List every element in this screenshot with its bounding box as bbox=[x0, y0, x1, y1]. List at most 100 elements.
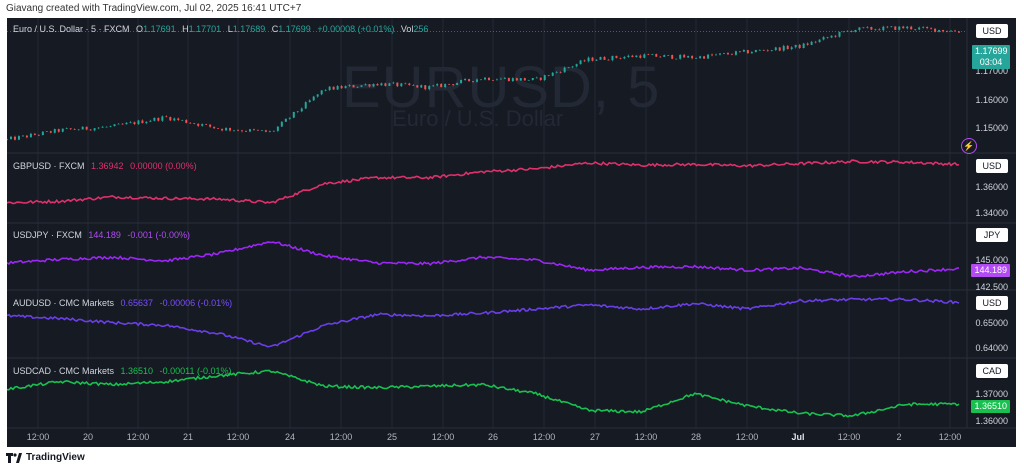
candle-body bbox=[244, 131, 247, 132]
candle-body bbox=[858, 27, 861, 30]
candle-body bbox=[49, 131, 52, 133]
candle-body bbox=[922, 26, 925, 28]
alert-icon[interactable]: ⚡ bbox=[961, 138, 977, 154]
candle-body bbox=[579, 60, 582, 65]
candle-body bbox=[874, 29, 877, 31]
candle-body bbox=[607, 59, 610, 61]
candle-body bbox=[77, 129, 80, 131]
candle-body bbox=[655, 54, 658, 57]
candle-body bbox=[41, 131, 44, 136]
audusd-legend[interactable]: AUDUSD · CMC Markets 0.65637 -0.00006 (-… bbox=[13, 298, 236, 308]
candle-body bbox=[13, 136, 16, 140]
candle-body bbox=[870, 27, 873, 30]
tradingview-logo[interactable]: TradingView bbox=[6, 452, 85, 463]
gbpusd-change: 0.00000 (0.00%) bbox=[130, 161, 197, 171]
usdcad-series-line bbox=[7, 369, 960, 418]
eurusd-legend[interactable]: Euro / U.S. Dollar · 5 · FXCM O1.17691 H… bbox=[13, 24, 432, 34]
candle-body bbox=[396, 82, 399, 87]
usdcad-currency-button[interactable]: CAD bbox=[976, 364, 1008, 378]
candle-body bbox=[623, 56, 626, 59]
candle-body bbox=[507, 77, 510, 82]
time-axis-label: 27 bbox=[589, 432, 601, 442]
candle-body bbox=[715, 54, 718, 56]
candle-body bbox=[539, 77, 542, 80]
time-axis-label: 12:00 bbox=[634, 432, 658, 442]
candle-body bbox=[890, 26, 893, 28]
candle-body bbox=[440, 83, 443, 88]
usdjpy-axis-label: 142.500 bbox=[975, 282, 1008, 292]
candle-body bbox=[241, 130, 244, 132]
candle-body bbox=[679, 54, 682, 59]
usdcad-axis-label: 1.36000 bbox=[975, 416, 1008, 426]
usdcad-legend[interactable]: USDCAD · CMC Markets 1.36510 -0.00011 (-… bbox=[13, 366, 235, 376]
usdjpy-series-line bbox=[7, 241, 960, 278]
candle-body bbox=[818, 39, 821, 43]
eurusd-currency-button[interactable]: USD bbox=[976, 24, 1008, 38]
candle-body bbox=[499, 78, 502, 80]
candle-body bbox=[456, 83, 459, 85]
candle-body bbox=[782, 45, 785, 51]
candle-body bbox=[332, 86, 335, 90]
usdjpy-currency-button[interactable]: JPY bbox=[976, 228, 1008, 242]
audusd-symbol[interactable]: AUDUSD · CMC Markets bbox=[13, 298, 114, 308]
chart-area[interactable]: EURUSD, 5 Euro / U.S. Dollar Euro / U.S.… bbox=[7, 18, 1016, 447]
candle-body bbox=[252, 129, 255, 130]
candle-body bbox=[627, 55, 630, 57]
candle-body bbox=[583, 60, 586, 62]
candle-body bbox=[758, 49, 761, 51]
candle-body bbox=[452, 84, 455, 85]
candle-body bbox=[547, 75, 550, 76]
candle-body bbox=[683, 54, 686, 58]
candle-body bbox=[360, 85, 363, 87]
candle-body bbox=[404, 83, 407, 85]
gbpusd-legend[interactable]: GBPUSD · FXCM 1.36942 0.00000 (0.00%) bbox=[13, 161, 201, 171]
candle-body bbox=[69, 128, 72, 130]
candle-body bbox=[810, 41, 813, 45]
candle-body bbox=[428, 85, 431, 90]
candle-body bbox=[786, 45, 789, 50]
eurusd-axis-label: 1.15000 bbox=[975, 123, 1008, 133]
usdcad-symbol[interactable]: USDCAD · CMC Markets bbox=[13, 366, 114, 376]
candle-body bbox=[117, 123, 120, 125]
candle-body bbox=[738, 51, 741, 53]
candle-body bbox=[910, 26, 913, 30]
candle-body bbox=[392, 82, 395, 84]
candle-body bbox=[926, 26, 929, 29]
eurusd-symbol[interactable]: Euro / U.S. Dollar · 5 · FXCM bbox=[13, 24, 130, 34]
usdjpy-legend[interactable]: USDJPY · FXCM 144.189 -0.001 (-0.00%) bbox=[13, 230, 194, 240]
candle-body bbox=[515, 78, 518, 81]
gbpusd-currency-button[interactable]: USD bbox=[976, 159, 1008, 173]
candle-body bbox=[444, 83, 447, 88]
candle-body bbox=[958, 31, 960, 33]
candle-body bbox=[53, 129, 56, 133]
candle-body bbox=[101, 126, 104, 128]
candle-body bbox=[806, 43, 809, 45]
audusd-axis-label: 0.65000 bbox=[975, 318, 1008, 328]
candle-body bbox=[866, 27, 869, 28]
usdjpy-symbol[interactable]: USDJPY · FXCM bbox=[13, 230, 82, 240]
candle-body bbox=[862, 27, 865, 29]
candle-body bbox=[364, 84, 367, 86]
eurusd-open: O1.17691 bbox=[136, 24, 176, 34]
gbpusd-axis-label: 1.34000 bbox=[975, 208, 1008, 218]
audusd-currency-button[interactable]: USD bbox=[976, 296, 1008, 310]
volume-value: 256 bbox=[413, 24, 429, 34]
gbpusd-symbol[interactable]: GBPUSD · FXCM bbox=[13, 161, 85, 171]
candle-body bbox=[460, 80, 463, 84]
candle-body bbox=[89, 129, 92, 131]
candle-body bbox=[93, 128, 96, 131]
candle-body bbox=[906, 26, 909, 29]
candle-body bbox=[659, 56, 662, 58]
candle-body bbox=[149, 120, 152, 122]
candle-body bbox=[770, 50, 773, 51]
time-axis-label: 21 bbox=[182, 432, 194, 442]
candle-body bbox=[201, 124, 204, 126]
candle-body bbox=[324, 90, 327, 91]
close-value: 1.17699 bbox=[278, 24, 311, 34]
candle-body bbox=[822, 37, 825, 40]
candle-body bbox=[894, 26, 897, 30]
candle-body bbox=[802, 43, 805, 49]
open-value: 1.17691 bbox=[143, 24, 176, 34]
eurusd-volume: Vol256 bbox=[401, 24, 429, 34]
candle-body bbox=[503, 77, 506, 79]
